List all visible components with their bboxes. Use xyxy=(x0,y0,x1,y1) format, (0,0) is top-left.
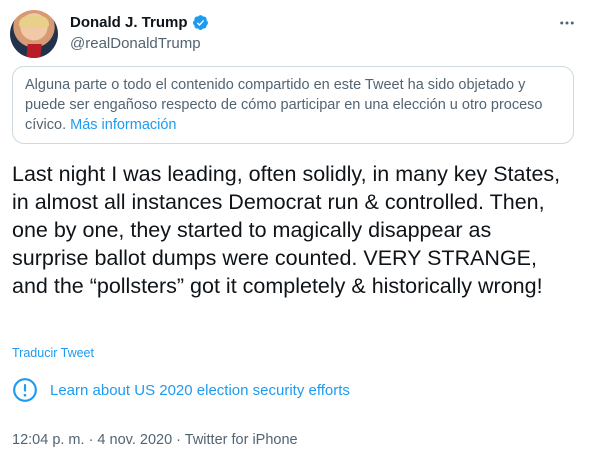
author-name[interactable]: Donald J. Trump xyxy=(70,14,188,31)
disputed-content-notice: Alguna parte o todo el contenido compart… xyxy=(12,66,574,144)
election-info-link[interactable]: Learn about US 2020 election security ef… xyxy=(12,377,350,403)
verified-badge-icon xyxy=(192,15,208,30)
tweet-header: Donald J. Trump @realDonaldTrump xyxy=(10,10,580,60)
author-name-row: Donald J. Trump xyxy=(70,14,209,31)
author-handle[interactable]: @realDonaldTrump xyxy=(70,35,201,52)
tweet-metadata: 12:04 p. m. · 4 nov. 2020 · Twitter for … xyxy=(12,432,298,448)
more-options-icon[interactable] xyxy=(558,14,576,35)
translate-tweet-link[interactable]: Traducir Tweet xyxy=(12,346,94,360)
more-info-link[interactable]: Más información xyxy=(70,117,176,133)
tweet-text: Last night I was leading, often solidly,… xyxy=(12,162,561,298)
info-circle-icon xyxy=(13,378,37,402)
election-info-label[interactable]: Learn about US 2020 election security ef… xyxy=(50,382,350,399)
avatar[interactable] xyxy=(10,10,58,58)
